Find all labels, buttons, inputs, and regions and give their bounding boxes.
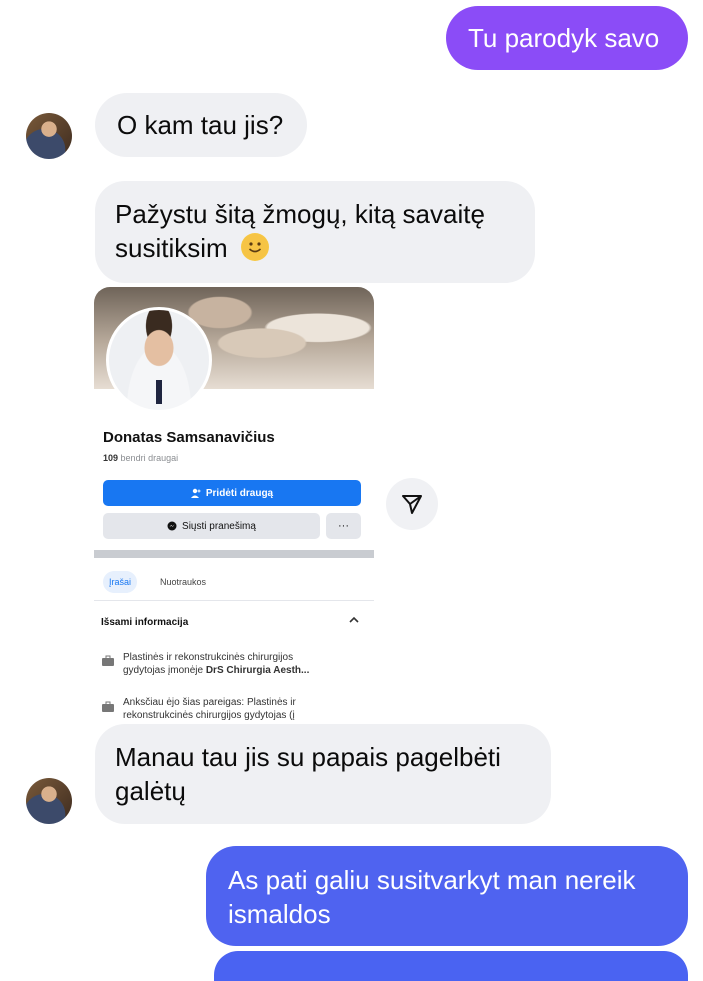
messenger-icon [167,521,177,531]
outgoing-message[interactable]: As pati galiu susitvarkyt man nereik ism… [206,846,688,946]
add-friend-label: Pridėti draugą [205,487,274,499]
work-info-line: Anksčiau ėjo šias pareigas: Plastinės ir [123,697,296,708]
outgoing-message[interactable]: Tu parodyk savo [446,6,688,70]
message-text-line: Manau tau jis su papais pagelbėti [115,742,501,772]
outgoing-message-partial[interactable] [214,951,688,981]
incoming-message[interactable]: Pažystu šitą žmogų, kitą savaitę susitik… [95,181,535,283]
message-text-line: Pažystu šitą žmogų, kitą savaitę [115,199,485,229]
smile-emoji-icon [240,233,269,261]
work-info-line: gydytojas įmonėje DrS Chirurgia Aesth... [123,664,363,677]
message-text: Tu parodyk savo [468,23,660,53]
work-info-prefix: gydytojas įmonėje [123,665,206,676]
person-add-icon [190,488,201,498]
contact-avatar[interactable] [26,113,72,159]
company-name[interactable]: DrS Chirurgia Aesth... [206,665,310,676]
message-text-line: As pati galiu susitvarkyt man nereik [228,865,636,895]
section-divider [94,550,374,558]
send-message-label: Siųsti pranešimą [182,520,256,532]
work-info-line: Plastinės ir rekonstrukcinės chirurgijos [123,652,294,663]
mutual-label: bendri draugai [120,453,179,463]
work-info: Plastinės ir rekonstrukcinės chirurgijos… [123,651,363,677]
send-paper-plane-icon [402,495,422,514]
share-button[interactable] [386,478,438,530]
previous-work-info: Anksčiau ėjo šias pareigas: Plastinės ir… [123,696,363,722]
profile-picture [106,307,212,413]
chevron-up-icon[interactable] [349,613,359,627]
add-friend-button[interactable]: Pridėti draugą [103,480,361,506]
tie-shape [156,380,162,404]
details-title: Išsami informacija [101,617,189,628]
briefcase-icon [102,701,114,712]
tab-photos[interactable]: Nuotraukos [160,571,206,593]
incoming-message[interactable]: Manau tau jis su papais pagelbėti galėtų [95,724,551,824]
work-info-line: rekonstrukcinės chirurgijos gydytojas (į [123,710,295,721]
mutual-count: 109 [103,453,119,463]
message-text-line: susitiksim [115,233,228,263]
profile-name: Donatas Samsanavičius [103,429,275,446]
mutual-friends: 109 bendri draugai [103,453,178,463]
message-text-line: galėtų [115,776,186,806]
send-message-button[interactable]: Siųsti pranešimą [103,513,320,539]
contact-avatar[interactable] [26,778,72,824]
briefcase-icon [102,655,114,666]
tab-posts[interactable]: Įrašai [103,571,138,593]
more-options-button[interactable]: ··· [326,513,361,539]
shared-profile-screenshot[interactable]: Donatas Samsanavičius 109 bendri draugai… [94,287,374,722]
message-text-line: ismaldos [228,899,331,929]
separator [94,600,374,601]
incoming-message[interactable]: O kam tau jis? [95,93,307,157]
message-text: O kam tau jis? [117,110,284,140]
